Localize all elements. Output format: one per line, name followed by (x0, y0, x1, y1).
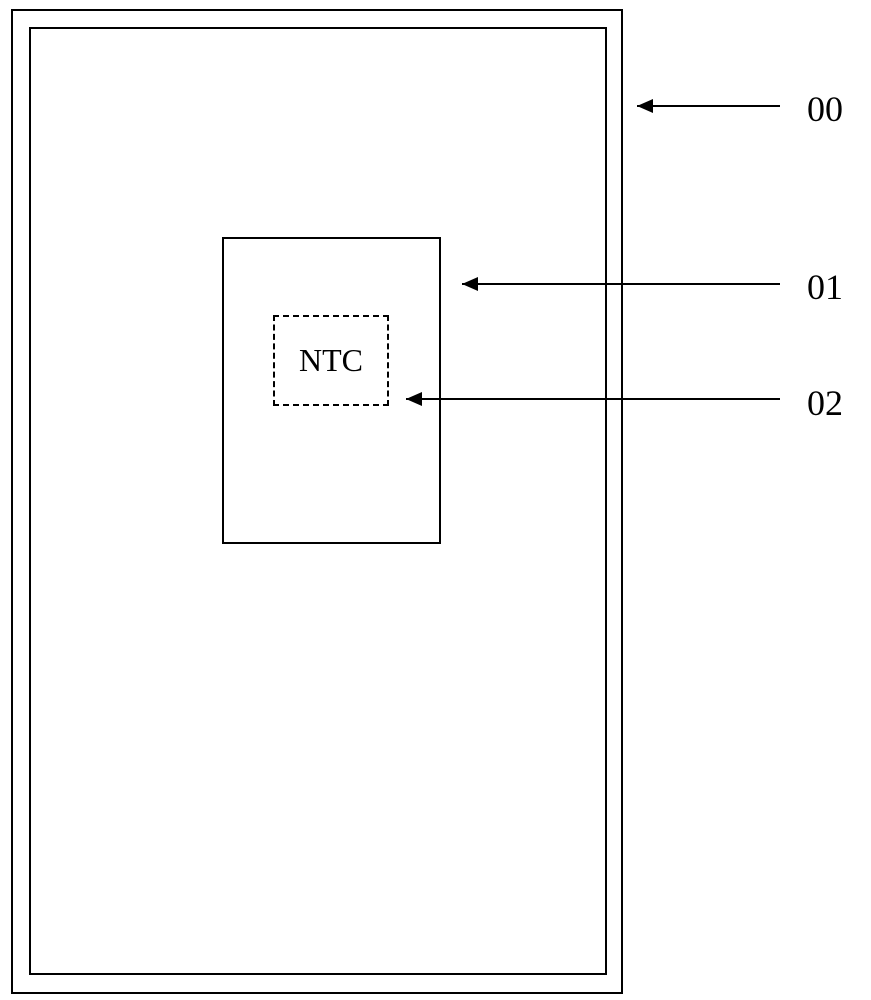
callout-label: 01 (807, 266, 843, 308)
ntc-label: NTC (299, 342, 363, 379)
ntc-box: NTC (273, 315, 389, 406)
leader-arrow (622, 96, 785, 116)
leader-arrow (391, 389, 785, 409)
callout-label: 02 (807, 382, 843, 424)
callout-label: 00 (807, 88, 843, 130)
leader-arrow (447, 274, 785, 294)
